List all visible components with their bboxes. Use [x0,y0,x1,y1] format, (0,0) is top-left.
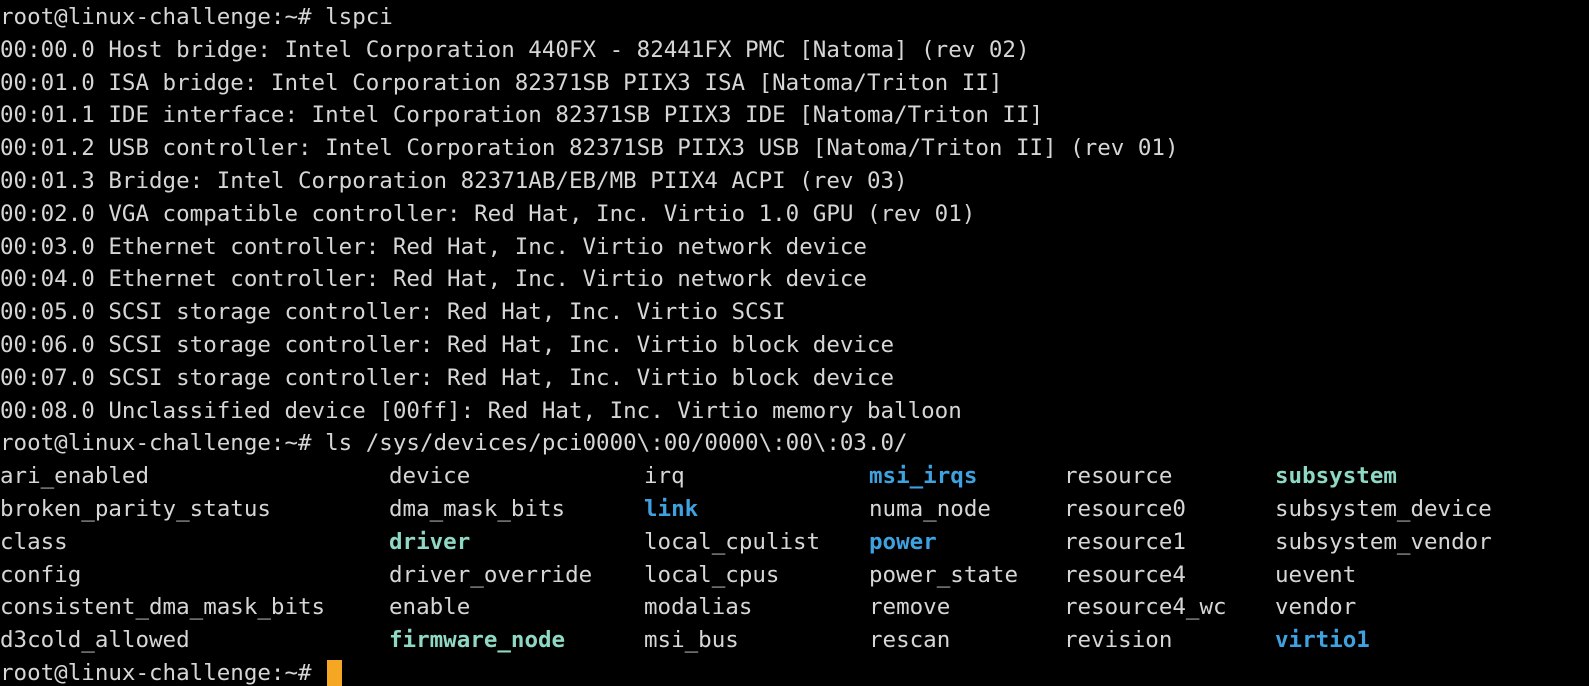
ls-entry: driver_override [389,561,593,588]
ls-entry: vendor [1275,594,1357,621]
ls-entry: subsystem_device [1275,495,1492,522]
terminal-window[interactable]: root@linux-challenge:~# lspci 00:00.0 Ho… [0,0,1589,686]
ls-entry: resource4_wc [1064,594,1227,621]
ls-entry: local_cpus [644,561,780,588]
ls-entry: power [869,528,937,555]
ls-entry: subsystem [1275,463,1397,490]
shell-prompt: root@linux-challenge:~# [0,4,326,30]
ls-entry: driver [389,528,471,555]
ls-entry: revision [1064,627,1173,654]
ls-entry: irq [644,463,685,490]
output-line: 00:07.0 SCSI storage controller: Red Hat… [0,364,895,391]
ls-row: d3cold_allowed firmware_node msi_bus rescan… [0,624,1589,657]
output-line: 00:01.3 Bridge: Intel Corporation 82371A… [0,167,908,194]
ls-entry: numa_node [869,495,991,522]
ls-entry: virtio1 [1275,627,1370,654]
ls-entry: msi_bus [644,627,739,654]
ls-entry: link [644,495,699,522]
shell-prompt: root@linux-challenge:~# [0,659,326,686]
ls-entry: modalias [644,594,753,621]
command-line-ls: root@linux-challenge:~# ls /sys/devices/… [0,427,1589,460]
output-line: 00:01.2 USB controller: Intel Corporatio… [0,135,1179,162]
ls-entry: msi_irqs [869,463,978,490]
ls-row: ari_enabled device irq msi_irqs resource subs… [0,460,1589,493]
ls-entry: rescan [869,627,951,654]
ls-entry: power_state [869,561,1019,588]
ls-entry: remove [869,594,951,621]
output-line: 00:00.0 Host bridge: Intel Corporation 4… [0,36,1030,63]
ls-row: config driver_override local_cpus power_sta… [0,559,1589,592]
output-line: 00:08.0 Unclassified device [00ff]: Red … [0,397,962,424]
command-text: ls /sys/devices/pci0000\:00/0000\:00\:03… [325,430,908,457]
lspci-output: 00:00.0 Host bridge: Intel Corporation 4… [0,34,1589,428]
output-line: 00:05.0 SCSI storage controller: Red Hat… [0,299,786,326]
ls-entry: resource1 [1064,528,1186,555]
ls-entry: enable [389,594,471,621]
ls-entry: resource [1064,463,1173,490]
output-line: 00:03.0 Ethernet controller: Red Hat, In… [0,233,867,260]
output-line: 00:01.1 IDE interface: Intel Corporation… [0,102,1044,129]
command-line-active[interactable]: root@linux-challenge:~# [0,657,1589,686]
ls-entry: firmware_node [389,627,566,654]
ls-output: ari_enabled device irq msi_irqs resource subs… [0,460,1589,657]
ls-entry: config [0,561,82,588]
ls-entry: uevent [1275,561,1357,588]
command-text: lspci [325,4,393,30]
ls-entry: d3cold_allowed [0,627,190,654]
output-line: 00:04.0 Ethernet controller: Red Hat, In… [0,266,867,293]
ls-entry: subsystem_vendor [1275,528,1492,555]
ls-row: consistent_dma_mask_bits enable modalias re… [0,591,1589,624]
ls-entry: resource4 [1064,561,1186,588]
ls-entry: consistent_dma_mask_bits [0,594,326,621]
ls-entry: dma_mask_bits [389,495,566,522]
shell-prompt: root@linux-challenge:~# [0,430,326,457]
ls-row: broken_parity_status dma_mask_bits link num… [0,493,1589,526]
ls-row: class driver local_cpulist power resource1 su… [0,526,1589,559]
ls-entry: resource0 [1064,495,1186,522]
output-line: 00:06.0 SCSI storage controller: Red Hat… [0,331,895,358]
output-line: 00:02.0 VGA compatible controller: Red H… [0,200,976,227]
ls-entry: local_cpulist [644,528,821,555]
command-line-lspci: root@linux-challenge:~# lspci [0,1,1589,34]
output-line: 00:01.0 ISA bridge: Intel Corporation 82… [0,69,1003,96]
ls-entry: device [389,463,471,490]
ls-entry: class [0,528,68,555]
ls-entry: ari_enabled [0,463,150,490]
ls-entry: broken_parity_status [0,495,271,522]
text-cursor [327,660,343,686]
